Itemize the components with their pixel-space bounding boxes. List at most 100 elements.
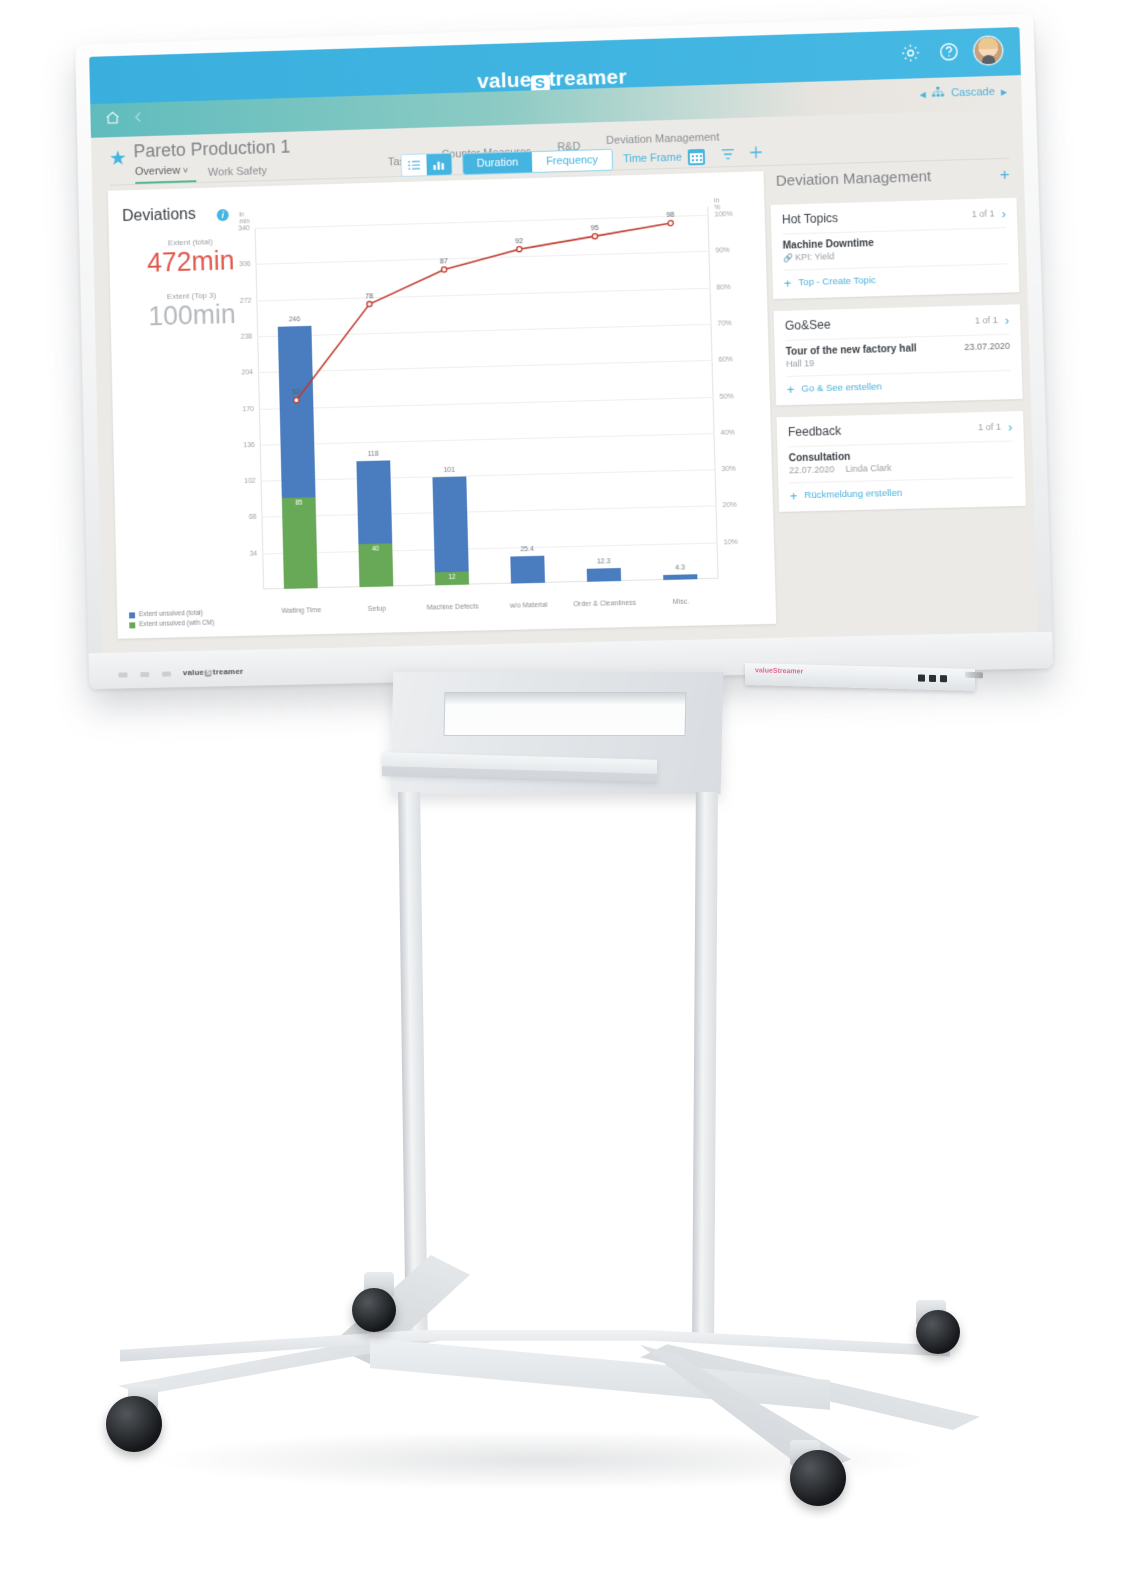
stand-post-right	[692, 792, 718, 1337]
link-icon: 🔗	[783, 253, 793, 262]
stand-base-arm-front-right	[640, 1345, 860, 1475]
deviation-card-counter-group: 1 of 1 ›	[978, 420, 1013, 434]
chevron-right-icon[interactable]: ›	[1008, 420, 1013, 433]
chevron-left-icon[interactable]	[132, 108, 145, 130]
plus-icon: +	[790, 489, 798, 502]
gear-icon[interactable]	[898, 40, 924, 66]
filter-icon[interactable]	[721, 147, 736, 165]
screen: value Streamer ◀ Cascade ▶ ★ Pareto Prod…	[89, 27, 1038, 653]
app-window: value Streamer ◀ Cascade ▶ ★ Pareto Prod…	[89, 27, 1038, 653]
list-view-icon[interactable]	[401, 154, 426, 176]
y-axis-tick: 306	[239, 261, 251, 268]
panel-add-icon[interactable]: +	[999, 166, 1010, 183]
deviation-item-subtitle: 22.07.2020 Linda Clark	[789, 463, 892, 476]
bar-chart-view-icon[interactable]	[426, 154, 451, 176]
y-axis-tick: 170	[242, 405, 254, 412]
workspace: ★ Pareto Production 1 Overview ˅ Work Saf…	[91, 109, 1038, 653]
tray-buttons	[918, 675, 947, 683]
kpi-total-value: 472min	[129, 246, 253, 278]
stand-base-front	[370, 1338, 830, 1438]
deviation-card-counter: 1 of 1	[978, 422, 1001, 433]
caster-back-left	[352, 1288, 396, 1332]
plus-icon: +	[787, 383, 795, 396]
caster-mount-front-left	[128, 1384, 158, 1410]
stand-shelf-housing	[391, 672, 724, 794]
deviation-item-text: Machine Downtime 🔗 KPI: Yield	[783, 238, 875, 263]
cumulative-polyline	[292, 223, 675, 400]
x-axis-label: w/o Material	[510, 602, 548, 610]
kpi-top3-value: 100min	[130, 300, 254, 332]
cascade-next-icon[interactable]: ▶	[1001, 87, 1007, 96]
stand-base-arm-front-left	[330, 1255, 470, 1365]
y2-axis-tick: 30%	[721, 465, 735, 472]
stand-base-main	[120, 1330, 950, 1366]
bezel-logo-prefix: value	[183, 668, 204, 677]
help-icon[interactable]	[936, 39, 962, 65]
deviations-card: Duration Frequency Time Frame Deviations…	[108, 171, 776, 639]
cumulative-point[interactable]	[517, 247, 522, 252]
toolbar-actions	[715, 145, 764, 165]
x-axis-label: Waiting Time	[281, 607, 321, 615]
chart-legend: Extent unsolved (total) Extent unsolved (…	[129, 608, 214, 630]
deviation-item-row: Consultation 22.07.2020 Linda Clark	[789, 448, 1014, 476]
deviation-card[interactable]: Feedback 1 of 1 › Consultation 22.07.2020 Lin…	[776, 411, 1025, 512]
calendar-icon[interactable]	[688, 148, 705, 164]
avatar[interactable]	[974, 37, 1002, 65]
top-bar-icons	[898, 37, 1003, 67]
deviation-card-add-action[interactable]: + Top - Create Topic	[783, 263, 1008, 289]
cascade-prev-icon[interactable]: ◀	[920, 90, 926, 99]
deviation-card-header: Hot Topics 1 of 1 ›	[782, 206, 1006, 227]
chevron-right-icon[interactable]: ›	[1004, 313, 1009, 326]
cascade-label[interactable]: Cascade	[951, 86, 995, 99]
deviation-card-body: Consultation 22.07.2020 Linda Clark	[788, 441, 1013, 476]
plus-icon[interactable]	[749, 145, 764, 164]
home-icon[interactable]	[104, 109, 121, 131]
cumulative-point-label: 95	[591, 225, 599, 232]
cumulative-point-label: 98	[666, 212, 674, 219]
deviation-card-add-action[interactable]: + Go & See erstellen	[786, 370, 1011, 396]
cumulative-point[interactable]	[367, 302, 372, 307]
y2-axis-tick: 20%	[722, 502, 736, 509]
cumulative-point-label: 87	[440, 258, 448, 265]
cumulative-point-label: 92	[515, 238, 523, 245]
cumulative-point[interactable]	[668, 220, 673, 225]
floor-shadow	[150, 1430, 930, 1490]
x-axis-label: Misc.	[673, 599, 690, 606]
cumulative-point[interactable]	[294, 398, 299, 403]
deviation-item-subtitle-text: Hall 19	[786, 358, 814, 369]
y2-axis-tick: 50%	[719, 392, 733, 399]
view-toggle-group	[400, 153, 452, 177]
frequency-button[interactable]: Frequency	[532, 149, 612, 171]
caster-mount-back-left	[364, 1272, 394, 1298]
cumulative-point[interactable]	[441, 267, 446, 272]
y2-axis-tick: 70%	[717, 320, 731, 327]
time-frame-label: Time Frame	[623, 151, 682, 165]
cascade-nav[interactable]: ◀ Cascade ▶	[919, 85, 1007, 102]
chevron-right-icon[interactable]: ›	[1001, 207, 1006, 220]
legend-swatch	[129, 622, 135, 628]
cumulative-point-label: 78	[365, 293, 373, 300]
deviation-card-add-action[interactable]: + Rückmeldung erstellen	[789, 477, 1014, 503]
deviation-card-title: Feedback	[788, 424, 842, 439]
legend-item: Extent unsolved (with CM)	[129, 618, 214, 630]
bezel-indicator-lights	[119, 671, 171, 677]
deviation-item-subtitle-text: 22.07.2020	[789, 464, 835, 475]
duration-button[interactable]: Duration	[463, 152, 533, 174]
bezel-logo-suffix: treamer	[213, 667, 244, 677]
x-axis-label: Machine Defects	[427, 603, 479, 611]
favorite-star-icon[interactable]: ★	[109, 149, 127, 169]
display-bezel: value Streamer ◀ Cascade ▶ ★ Pareto Prod…	[75, 14, 1053, 690]
deviation-card[interactable]: Hot Topics 1 of 1 › Machine Downtime 🔗 KPI: Y…	[770, 198, 1019, 299]
y-axis-unit: in min	[239, 211, 250, 225]
panel-title: Deviation Management	[776, 168, 932, 190]
cumulative-point[interactable]	[592, 234, 597, 239]
deviation-item-subtitle: Hall 19	[786, 355, 917, 369]
bezel-logo: value Streamer	[183, 667, 244, 677]
pareto-chart: Extent (total) 472min Extent (Top 3) 100…	[108, 199, 776, 639]
deviation-card-counter-group: 1 of 1 ›	[971, 207, 1006, 221]
deviation-card[interactable]: Go&See 1 of 1 › Tour of the new factory hal…	[773, 304, 1022, 405]
tab-overview-label: Overview	[135, 165, 180, 178]
caster-front-left	[106, 1396, 162, 1452]
time-frame-control[interactable]: Time Frame	[623, 148, 705, 166]
brand-prefix: value	[477, 69, 532, 94]
